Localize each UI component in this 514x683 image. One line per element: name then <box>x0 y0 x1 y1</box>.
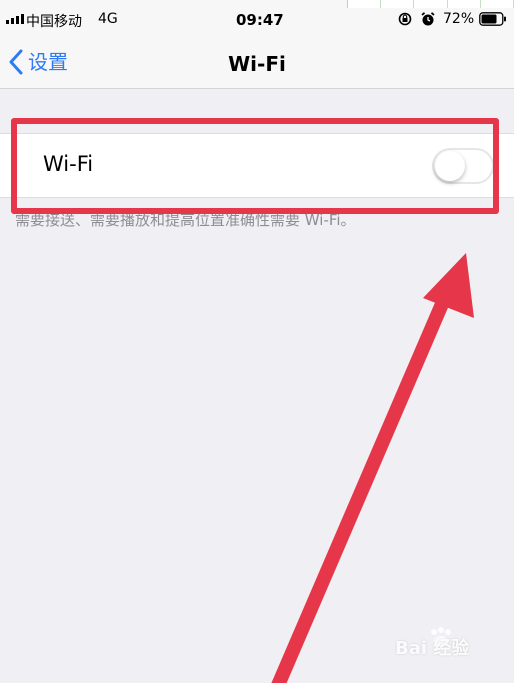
corner-toolbar <box>347 0 514 8</box>
watermark: Bai 经验 <box>395 638 470 659</box>
wifi-footer-text: 需要接送、需要播放和提高位置准确性需要 Wi-Fi。 <box>15 211 356 229</box>
annotation-arrow <box>271 253 474 683</box>
battery-percentage: 72% <box>443 11 475 27</box>
navigation-bar: 设置 Wi-Fi <box>0 40 514 89</box>
page-title: Wi-Fi <box>228 52 286 76</box>
wifi-toggle[interactable] <box>432 148 494 184</box>
signal-icon <box>6 14 24 24</box>
wifi-row[interactable]: Wi-Fi <box>0 133 514 198</box>
status-bar: 中国移动 4G 09:47 72% <box>0 0 514 40</box>
network-type: 4G <box>98 11 118 27</box>
carrier-label: 中国移动 <box>26 14 82 30</box>
orientation-lock-icon <box>398 12 412 26</box>
alarm-icon <box>421 12 435 26</box>
status-time: 09:47 <box>236 11 284 29</box>
battery-icon <box>479 12 506 26</box>
toggle-knob <box>435 151 465 181</box>
wifi-label: Wi-Fi <box>43 152 94 176</box>
